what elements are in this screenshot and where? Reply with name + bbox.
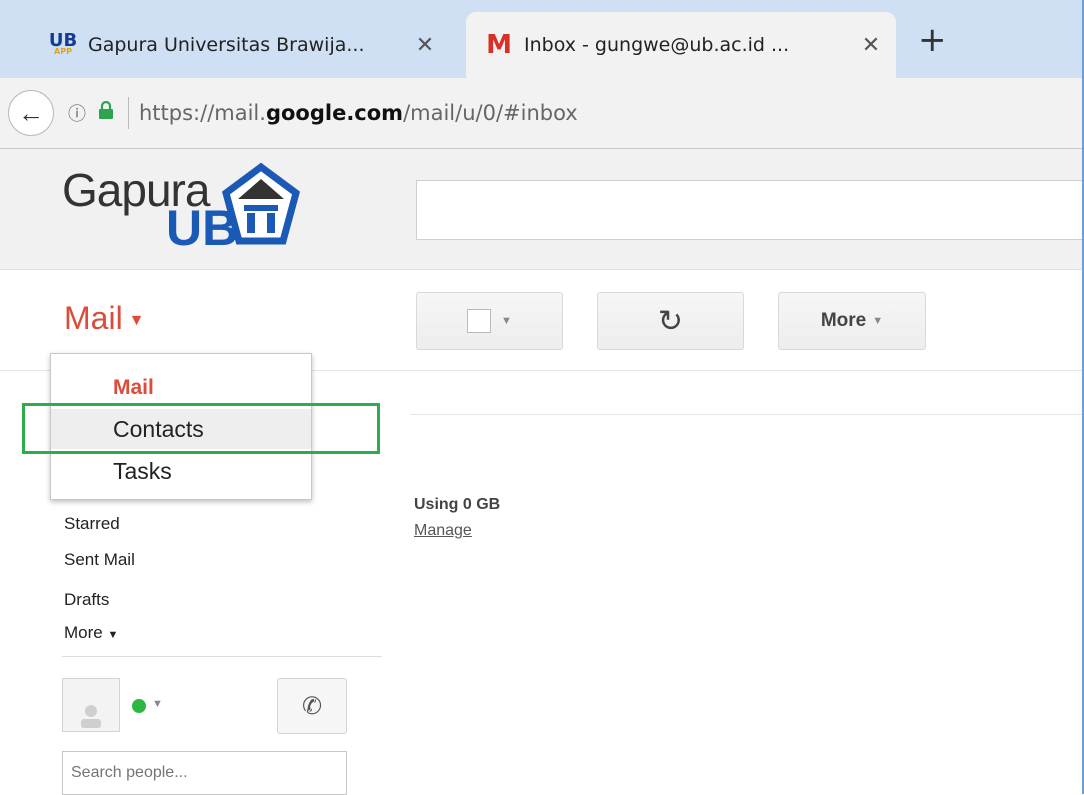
avatar[interactable] [62, 678, 120, 732]
nav-item-sent-mail[interactable]: Sent Mail [64, 550, 135, 570]
url-field[interactable]: https://mail.google.com/mail/u/0/#inbox [139, 101, 578, 125]
caret-down-icon: ▼ [501, 315, 512, 327]
back-button[interactable]: ← [8, 90, 54, 136]
nav-item-starred[interactable]: Starred [64, 514, 120, 534]
caret-down-icon: ▼ [128, 311, 145, 329]
phone-icon: ✆ [301, 692, 323, 720]
manage-storage-link[interactable]: Manage [414, 522, 472, 540]
mail-search-input[interactable] [416, 180, 1084, 240]
tab-title: Inbox - gungwe@ub.ac.id ... [524, 34, 790, 56]
refresh-button[interactable]: ↻ [597, 292, 744, 350]
close-tab-icon[interactable]: ✕ [854, 33, 888, 58]
checkbox-icon [467, 309, 492, 333]
caret-down-icon: ▼ [107, 629, 119, 641]
app-switcher-label: Mail [64, 300, 123, 336]
more-label: More [820, 310, 867, 331]
nav-more-label: More [64, 623, 103, 642]
contacts-highlight-box [22, 403, 380, 454]
close-tab-icon[interactable]: ✕ [408, 33, 442, 58]
more-actions-button[interactable]: More ▼ [778, 292, 926, 350]
nav-item-drafts[interactable]: Drafts [64, 590, 109, 610]
gapura-ub-logo[interactable]: Gapura UB [62, 162, 362, 263]
back-arrow-icon: ← [18, 97, 44, 128]
app-header: Gapura UB [0, 149, 1084, 270]
call-phone-button[interactable]: ✆ [277, 678, 347, 734]
nav-item-more[interactable]: More ▼ [64, 623, 118, 643]
caret-down-icon[interactable]: ▼ [152, 698, 163, 710]
lock-icon[interactable] [98, 100, 114, 125]
divider [410, 414, 1084, 415]
tab-inbox[interactable]: M Inbox - gungwe@ub.ac.id ... ✕ [466, 12, 896, 78]
pentagon-logo-icon [222, 162, 300, 245]
tab-title: Gapura Universitas Brawija... [88, 34, 365, 56]
person-icon [81, 705, 101, 728]
info-icon[interactable]: ⓘ [68, 100, 86, 126]
app-switcher-button[interactable]: Mail ▼ [64, 300, 145, 337]
divider [62, 656, 382, 657]
storage-usage: Using 0 GB [414, 496, 501, 513]
gmail-favicon-icon: M [486, 30, 512, 60]
browser-tab-bar: UB APP Gapura Universitas Brawija... ✕ M… [0, 0, 1084, 78]
search-people-input[interactable] [62, 751, 347, 795]
refresh-icon: ↻ [657, 304, 684, 338]
ub-app-favicon-icon: UB APP [46, 32, 80, 56]
url-separator [128, 97, 129, 129]
select-checkbox-button[interactable]: ▼ [416, 292, 563, 350]
online-status-icon[interactable] [132, 699, 146, 713]
tab-gapura[interactable]: UB APP Gapura Universitas Brawija... ✕ [30, 12, 450, 78]
new-tab-button[interactable]: + [918, 20, 947, 60]
menu-item-mail[interactable]: Mail [51, 368, 311, 408]
menu-item-tasks[interactable]: Tasks [51, 451, 311, 491]
caret-down-icon: ▼ [872, 315, 884, 327]
address-bar: ← ⓘ https://mail.google.com/mail/u/0/#in… [0, 78, 1084, 149]
